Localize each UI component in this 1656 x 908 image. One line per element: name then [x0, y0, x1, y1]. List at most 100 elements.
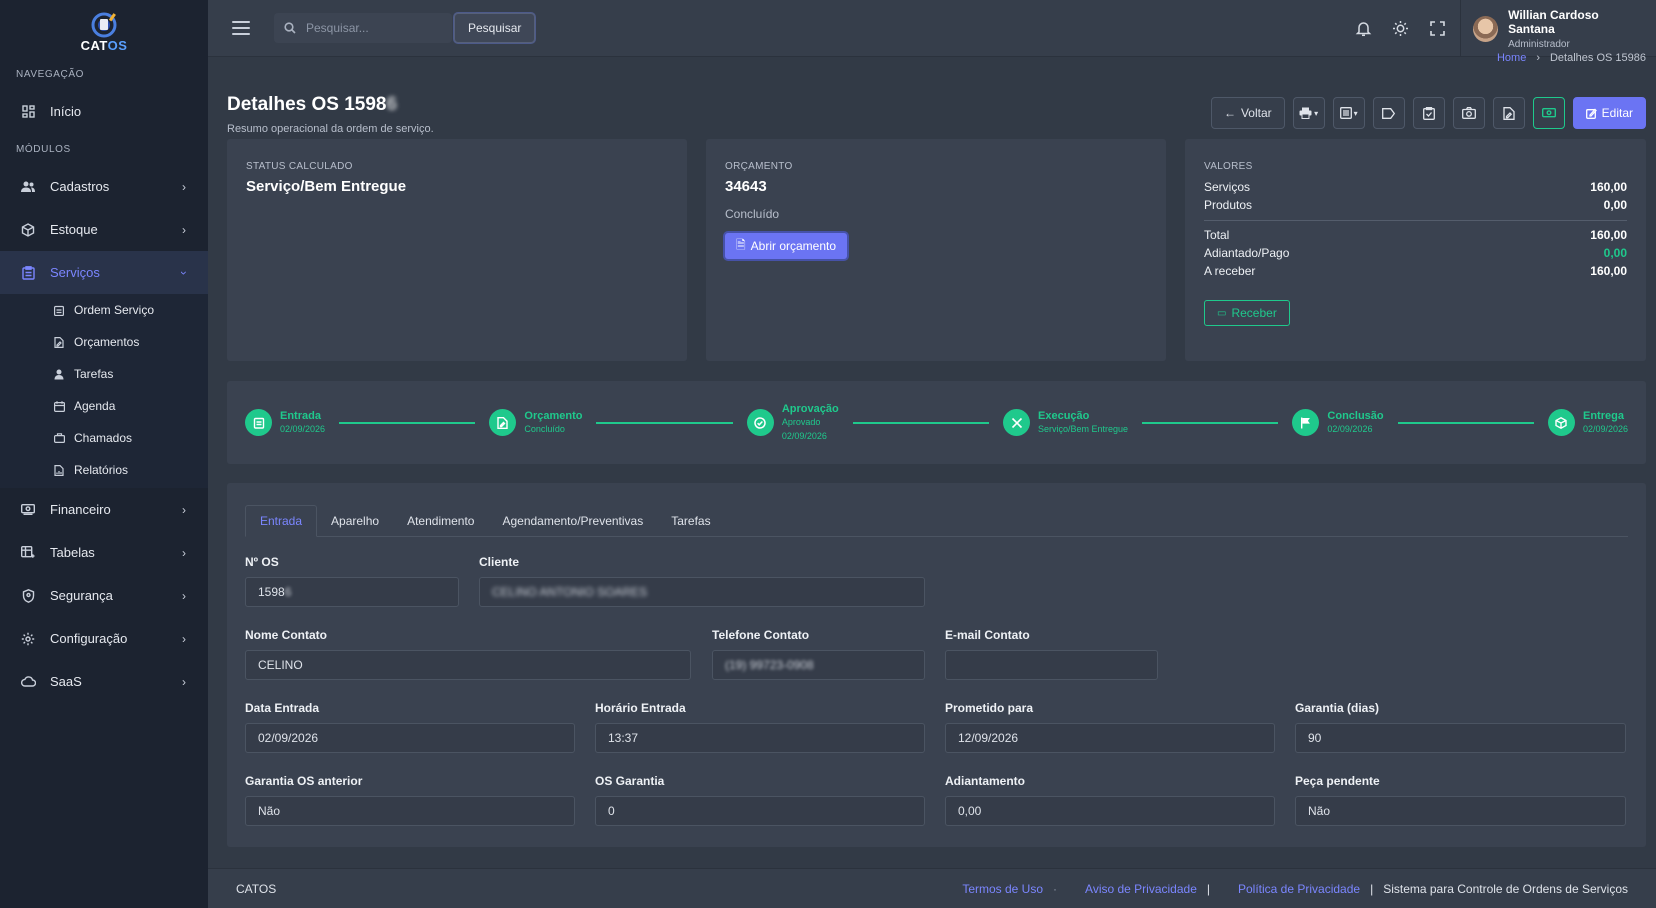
sun-icon[interactable]: [1392, 20, 1409, 37]
garantia-dias-input[interactable]: 90: [1295, 723, 1626, 753]
field-peca-pendente: Peça pendente Não: [1295, 774, 1626, 826]
garantia-os-anterior-input[interactable]: Não: [245, 796, 575, 826]
field-label: Horário Entrada: [595, 701, 686, 715]
shield-icon: [20, 588, 36, 604]
field-data-entrada: Data Entrada 02/09/2026: [245, 701, 575, 753]
sidebar-item-configuracao[interactable]: Configuração ›: [0, 617, 208, 660]
terms-link[interactable]: Termos de Uso: [962, 882, 1043, 896]
submenu-item-ordem-servico[interactable]: Ordem Serviço: [0, 294, 208, 326]
sidebar-item-inicio[interactable]: Início: [0, 90, 208, 133]
value-row-servicos: Serviços 160,00: [1204, 180, 1627, 194]
tag-button[interactable]: [1372, 97, 1405, 129]
nome-contato-input[interactable]: CELINO: [245, 650, 691, 680]
logo[interactable]: CATOS: [0, 0, 208, 58]
cloud-icon: [20, 674, 36, 690]
adiantamento-input[interactable]: 0,00: [945, 796, 1275, 826]
search-input[interactable]: [306, 21, 436, 35]
cliente-input[interactable]: CELINO ANTONIO SOARES: [479, 577, 925, 607]
avatar: [1473, 15, 1499, 42]
photo-button[interactable]: [1452, 97, 1485, 129]
privacy-policy-link[interactable]: Política de Privacidade: [1238, 882, 1360, 896]
field-label: Peça pendente: [1295, 774, 1380, 788]
sidebar-item-label: Tabelas: [50, 545, 95, 560]
arrow-left-icon: ←: [1223, 106, 1236, 120]
sidebar-item-cadastros[interactable]: Cadastros ›: [0, 165, 208, 208]
breadcrumb-home-link[interactable]: Home: [1497, 52, 1526, 64]
submenu-item-orcamentos[interactable]: Orçamentos: [0, 326, 208, 358]
sidebar-item-seguranca[interactable]: Segurança ›: [0, 574, 208, 617]
sidebar-item-estoque[interactable]: Estoque ›: [0, 208, 208, 251]
submenu-item-tarefas[interactable]: Tarefas: [0, 358, 208, 390]
email-input[interactable]: [945, 650, 1158, 680]
value-row-adiantado: Adiantado/Pago 0,00: [1204, 246, 1627, 260]
prometido-input[interactable]: 12/09/2026: [945, 723, 1275, 753]
horario-entrada-input[interactable]: 13:37: [595, 723, 925, 753]
timeline-connector: [596, 421, 733, 424]
sidebar-item-servicos[interactable]: Serviços ›: [0, 251, 208, 294]
field-horario-entrada: Horário Entrada 13:37: [595, 701, 925, 753]
os-garantia-input[interactable]: 0: [595, 796, 925, 826]
tab-atendimento[interactable]: Atendimento: [393, 505, 488, 537]
open-budget-label: Abrir orçamento: [750, 239, 837, 253]
step-title: Entrada: [280, 409, 321, 422]
field-label: Prometido para: [945, 701, 1034, 715]
status-card: STATUS CALCULADO Serviço/Bem Entregue: [227, 139, 687, 361]
field-label: Cliente: [479, 555, 520, 569]
peca-pendente-input[interactable]: Não: [1295, 796, 1626, 826]
back-button[interactable]: ← Voltar: [1210, 97, 1285, 129]
money-icon: [1541, 107, 1556, 117]
tab-entrada[interactable]: Entrada: [245, 505, 318, 537]
file-edit-icon: [53, 336, 65, 348]
num-os-input[interactable]: 1598 6: [245, 577, 459, 607]
submenu-item-chamados[interactable]: Chamados: [0, 422, 208, 454]
clipboard-icon: [245, 409, 272, 436]
chevron-right-icon: ›: [182, 179, 186, 194]
clipboard-icon: [20, 265, 36, 281]
print-dropdown-button[interactable]: ▾: [1292, 97, 1325, 129]
field-prometido: Prometido para 12/09/2026: [945, 701, 1275, 753]
tab-agendamento[interactable]: Agendamento/Preventivas: [488, 505, 657, 537]
money-icon: [20, 502, 36, 518]
document-dropdown-button[interactable]: ▾: [1332, 97, 1365, 129]
tab-bar: Entrada Aparelho Atendimento Agendamento…: [245, 505, 1628, 537]
field-os-garantia: OS Garantia 0: [595, 774, 925, 826]
submenu-item-agenda[interactable]: Agenda: [0, 390, 208, 422]
fullscreen-icon[interactable]: [1429, 20, 1446, 37]
receive-button[interactable]: ▭ Receber: [1204, 300, 1290, 326]
sidebar-item-tabelas[interactable]: Tabelas ›: [0, 531, 208, 574]
sidebar-item-financeiro[interactable]: Financeiro ›: [0, 488, 208, 531]
user-menu[interactable]: Willian Cardoso Santana Administrador: [1460, 0, 1644, 57]
data-entrada-input[interactable]: 02/09/2026: [245, 723, 575, 753]
submenu-label: Orçamentos: [74, 335, 140, 349]
users-icon: [20, 179, 36, 195]
sidebar-item-saas[interactable]: SaaS ›: [0, 660, 208, 703]
step-detail: 02/09/2026: [1582, 423, 1629, 434]
details-card: Entrada Aparelho Atendimento Agendamento…: [227, 483, 1646, 847]
footer-links: Termos de Uso · Aviso de Privacidade | P…: [962, 882, 1628, 896]
telefone-input[interactable]: (19) 99723-0908: [712, 650, 925, 680]
chevron-right-icon: ›: [182, 631, 186, 646]
payment-button[interactable]: [1532, 97, 1565, 129]
step-detail: Aprovado: [781, 416, 821, 427]
value-row-total: Total 160,00: [1204, 228, 1627, 242]
document-edit-button[interactable]: [1492, 97, 1525, 129]
toolbar: ← Voltar ▾ ▾ Editar: [1210, 97, 1646, 129]
search-button[interactable]: Pesquisar: [454, 13, 536, 43]
bell-icon[interactable]: [1355, 20, 1372, 37]
camera-icon: [1461, 107, 1476, 119]
budget-label: ORÇAMENTO: [725, 161, 793, 172]
open-budget-button[interactable]: 🗎 Abrir orçamento: [725, 233, 848, 259]
tab-tarefas[interactable]: Tarefas: [657, 505, 724, 537]
breadcrumb-current: Detalhes OS 15986: [1549, 52, 1646, 64]
printer-icon: [1299, 107, 1312, 119]
footer: CATOS Termos de Uso · Aviso de Privacida…: [208, 868, 1656, 908]
edit-button[interactable]: Editar: [1572, 97, 1646, 129]
menu-toggle-icon[interactable]: [232, 21, 250, 35]
checklist-button[interactable]: [1412, 97, 1445, 129]
value-row-a-receber: A receber 160,00: [1204, 264, 1627, 278]
tab-aparelho[interactable]: Aparelho: [317, 505, 393, 537]
field-cliente: Cliente CELINO ANTONIO SOARES: [479, 555, 925, 607]
privacy-notice-link[interactable]: Aviso de Privacidade: [1085, 882, 1197, 896]
submenu-item-relatorios[interactable]: Relatórios: [0, 454, 208, 486]
field-label: E-mail Contato: [945, 628, 1030, 642]
